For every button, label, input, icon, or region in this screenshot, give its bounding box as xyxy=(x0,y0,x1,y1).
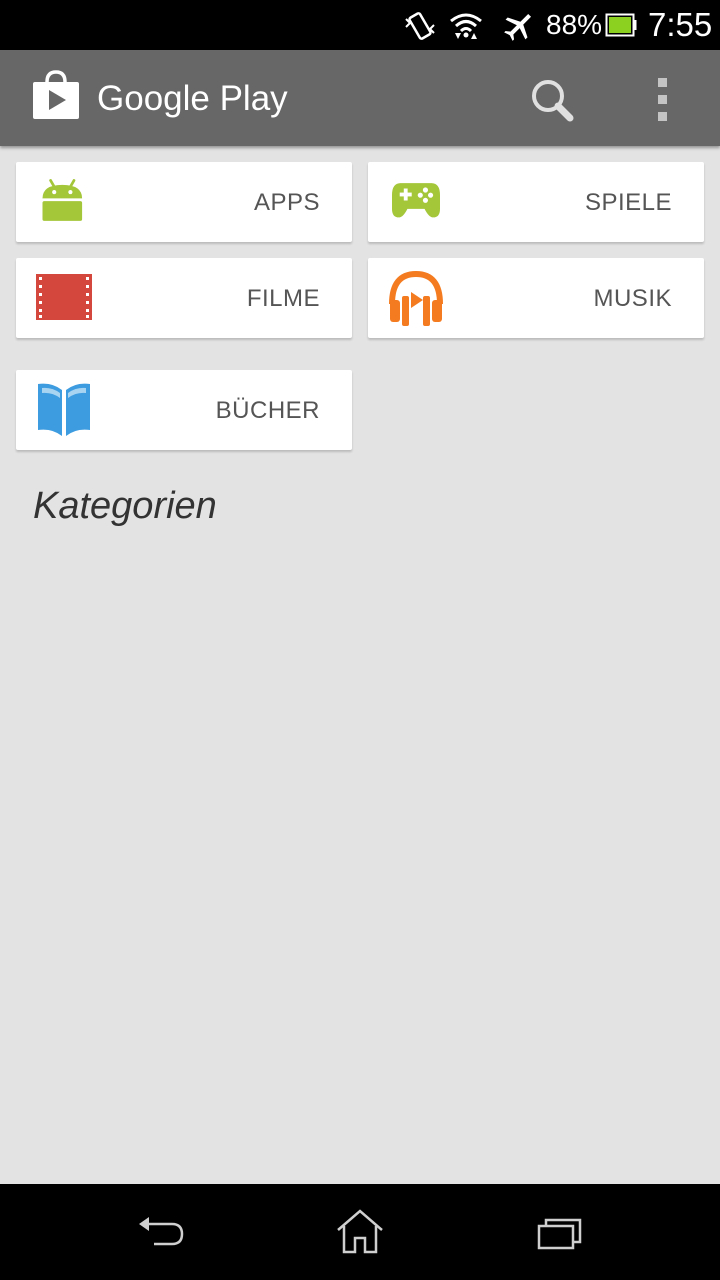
battery-icon xyxy=(605,13,637,37)
category-tile-movies[interactable]: FILME xyxy=(16,258,352,338)
category-label: MUSIK xyxy=(593,285,672,312)
category-label: SPIELE xyxy=(584,189,672,216)
category-tile-apps[interactable]: APPS xyxy=(16,162,352,242)
search-icon[interactable] xyxy=(522,74,582,126)
category-label: APPS xyxy=(253,189,320,216)
action-bar: Google Play xyxy=(0,50,720,146)
back-icon[interactable] xyxy=(132,1206,192,1258)
category-label: FILME xyxy=(246,285,320,312)
vibrate-icon xyxy=(405,12,435,40)
category-tile-music[interactable]: MUSIK xyxy=(368,258,704,338)
navigation-bar xyxy=(0,1184,720,1280)
category-tile-books[interactable]: BÜCHER xyxy=(16,370,352,450)
book-icon xyxy=(38,383,90,436)
android-robot-icon xyxy=(42,179,83,221)
gamepad-icon xyxy=(392,183,440,218)
airplane-mode-icon xyxy=(504,13,532,41)
headphones-icon xyxy=(389,270,443,326)
film-strip-icon xyxy=(36,274,92,320)
overflow-menu-icon[interactable] xyxy=(640,72,686,128)
category-tile-games[interactable]: SPIELE xyxy=(368,162,704,242)
app-title: Google Play xyxy=(97,79,288,118)
wifi-icon xyxy=(450,13,482,39)
screen: 88% 7:55 Google Play APPS SPIELE FILME M… xyxy=(0,0,720,1280)
recent-apps-icon[interactable] xyxy=(530,1206,590,1258)
clock: 7:55 xyxy=(648,6,713,43)
section-title: Kategorien xyxy=(33,485,217,527)
google-play-bag-icon[interactable] xyxy=(32,70,80,120)
category-label: BÜCHER xyxy=(215,397,320,424)
home-icon[interactable] xyxy=(330,1206,390,1258)
battery-percentage: 88% xyxy=(546,9,603,40)
status-bar: 88% 7:55 xyxy=(0,0,720,50)
